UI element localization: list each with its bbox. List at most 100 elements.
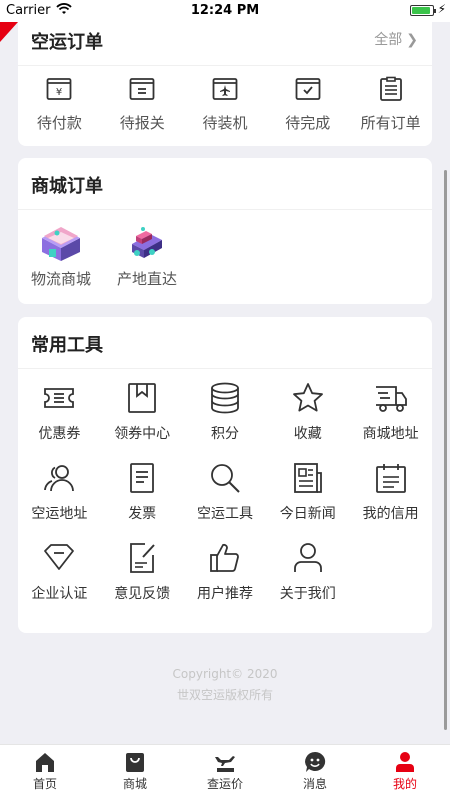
mall-item-direct-origin[interactable]: 产地直达 <box>104 222 190 289</box>
tool-label: 意见反馈 <box>114 586 171 602</box>
tool-about-us[interactable]: 关于我们 <box>266 541 349 621</box>
tab-label: 首页 <box>32 777 57 791</box>
air-orders-card: 空运订单 全部 ❯ ¥ 待付款 待报关 待装机 待完成 所有订单 <box>18 20 432 146</box>
delivery-truck-icon <box>132 227 162 258</box>
airplane-box-icon <box>212 78 238 100</box>
newspaper-icon <box>293 463 322 493</box>
edit-document-icon <box>130 543 155 573</box>
common-tools-header: 常用工具 <box>18 317 432 369</box>
svg-text:¥: ¥ <box>56 87 62 98</box>
mall-orders-title: 商城订单 <box>31 176 103 197</box>
common-tools-title: 常用工具 <box>31 335 103 356</box>
check-box-icon <box>295 78 321 100</box>
header-accent <box>0 22 18 42</box>
tool-mall-address[interactable]: 商城地址 <box>349 381 432 461</box>
tool-label: 积分 <box>210 426 239 442</box>
tool-air-tools[interactable]: 空运工具 <box>184 461 267 541</box>
tab-freight-rates[interactable]: 查运价 <box>180 745 270 800</box>
tool-feedback[interactable]: 意见反馈 <box>101 541 184 621</box>
scrollbar[interactable] <box>444 170 447 730</box>
tool-label: 领券中心 <box>114 426 171 442</box>
shop-bag-icon <box>126 753 144 772</box>
tab-label: 查运价 <box>206 777 243 791</box>
status-bar: Carrier 12:24 PM ⚡ <box>0 0 450 22</box>
tool-enterprise-verification[interactable]: 企业认证 <box>18 541 101 621</box>
tool-favorites[interactable]: 收藏 <box>266 381 349 461</box>
invoice-icon <box>130 463 155 493</box>
tab-label: 商城 <box>122 777 147 791</box>
all-orders-label: 全部 <box>374 32 403 48</box>
tab-home[interactable]: 首页 <box>0 745 90 800</box>
tool-label: 空运工具 <box>196 506 253 522</box>
tool-label: 企业认证 <box>31 586 88 602</box>
mall-orders-header: 商城订单 <box>18 158 432 210</box>
order-item-label: 待付款 <box>36 114 82 132</box>
tool-my-credit[interactable]: 我的信用 <box>349 461 432 541</box>
thumbs-up-icon <box>210 543 239 572</box>
mall-item-label: 产地直达 <box>116 270 177 288</box>
clipboard-list-icon <box>379 76 402 101</box>
tool-label: 关于我们 <box>279 586 336 602</box>
order-all[interactable]: 所有订单 <box>349 76 432 133</box>
charging-icon: ⚡ <box>437 2 446 16</box>
order-pending-declaration[interactable]: 待报关 <box>101 76 184 133</box>
calendar-credit-icon <box>375 464 406 493</box>
search-icon <box>211 464 240 493</box>
freight-plane-icon <box>215 756 235 772</box>
tab-bar: 首页 商城 查运价 消息 我的 <box>0 744 450 800</box>
order-pending-completion[interactable]: 待完成 <box>266 76 349 133</box>
tool-air-address[interactable]: 空运地址 <box>18 461 101 541</box>
tool-label: 我的信用 <box>362 506 419 522</box>
order-pending-loading[interactable]: 待装机 <box>184 76 267 133</box>
tool-today-news[interactable]: 今日新闻 <box>266 461 349 541</box>
mall-item-label: 物流商城 <box>30 270 91 288</box>
tool-invoice[interactable]: 发票 <box>101 461 184 541</box>
profile-icon <box>396 752 414 772</box>
mall-orders-card: 商城订单 物流商城 产地直达 <box>18 158 432 304</box>
people-icon <box>44 465 75 492</box>
tab-label: 我的 <box>392 777 417 791</box>
diamond-icon <box>44 544 75 570</box>
tool-coupon-center[interactable]: 领券中心 <box>101 381 184 461</box>
store-icon <box>42 227 80 261</box>
chevron-right-icon: ❯ <box>406 32 418 48</box>
air-orders-header: 空运订单 全部 ❯ <box>18 20 432 66</box>
tool-coupon[interactable]: 优惠券 <box>18 381 101 461</box>
tool-label: 用户推荐 <box>196 586 253 602</box>
bookmark-book-icon <box>128 383 157 413</box>
copyright-owner: 世双空运版权所有 <box>176 688 273 702</box>
tool-label: 商城地址 <box>362 426 419 442</box>
order-item-label: 待报关 <box>119 114 165 132</box>
mall-item-logistics-store[interactable]: 物流商城 <box>18 222 104 289</box>
truck-address-icon <box>375 386 407 412</box>
tool-label: 发票 <box>128 506 157 522</box>
home-icon <box>36 753 54 772</box>
all-orders-link[interactable]: 全部 ❯ <box>374 29 418 49</box>
tab-profile[interactable]: 我的 <box>360 745 450 800</box>
tab-label: 消息 <box>302 777 327 791</box>
order-pending-payment[interactable]: ¥ 待付款 <box>18 76 101 133</box>
tool-label: 收藏 <box>293 426 322 442</box>
tool-label: 今日新闻 <box>279 506 336 522</box>
tool-label: 优惠券 <box>38 426 81 442</box>
battery-icon <box>410 5 436 16</box>
tool-user-recommend[interactable]: 用户推荐 <box>184 541 267 621</box>
order-item-label: 所有订单 <box>360 114 421 132</box>
clock: 12:24 PM <box>190 3 260 18</box>
order-item-label: 待完成 <box>285 114 331 132</box>
tool-points[interactable]: 积分 <box>184 381 267 461</box>
user-icon <box>293 543 322 572</box>
common-tools-card: 常用工具 优惠券 领券中心 积分 收藏 商城地址 空运地址 发票 空运工具 今日… <box>18 317 432 633</box>
coupon-icon <box>44 388 75 408</box>
star-icon <box>292 383 323 412</box>
tab-mall[interactable]: 商城 <box>90 745 180 800</box>
order-item-label: 待装机 <box>202 114 248 132</box>
air-orders-title: 空运订单 <box>31 32 103 53</box>
declaration-icon <box>129 78 155 100</box>
copyright-text: Copyright© 2020 <box>172 667 278 681</box>
tab-messages[interactable]: 消息 <box>270 745 360 800</box>
tool-label: 空运地址 <box>31 506 88 522</box>
yen-card-icon: ¥ <box>46 78 72 100</box>
coin-stack-icon <box>211 382 239 414</box>
message-smile-icon <box>305 751 326 772</box>
